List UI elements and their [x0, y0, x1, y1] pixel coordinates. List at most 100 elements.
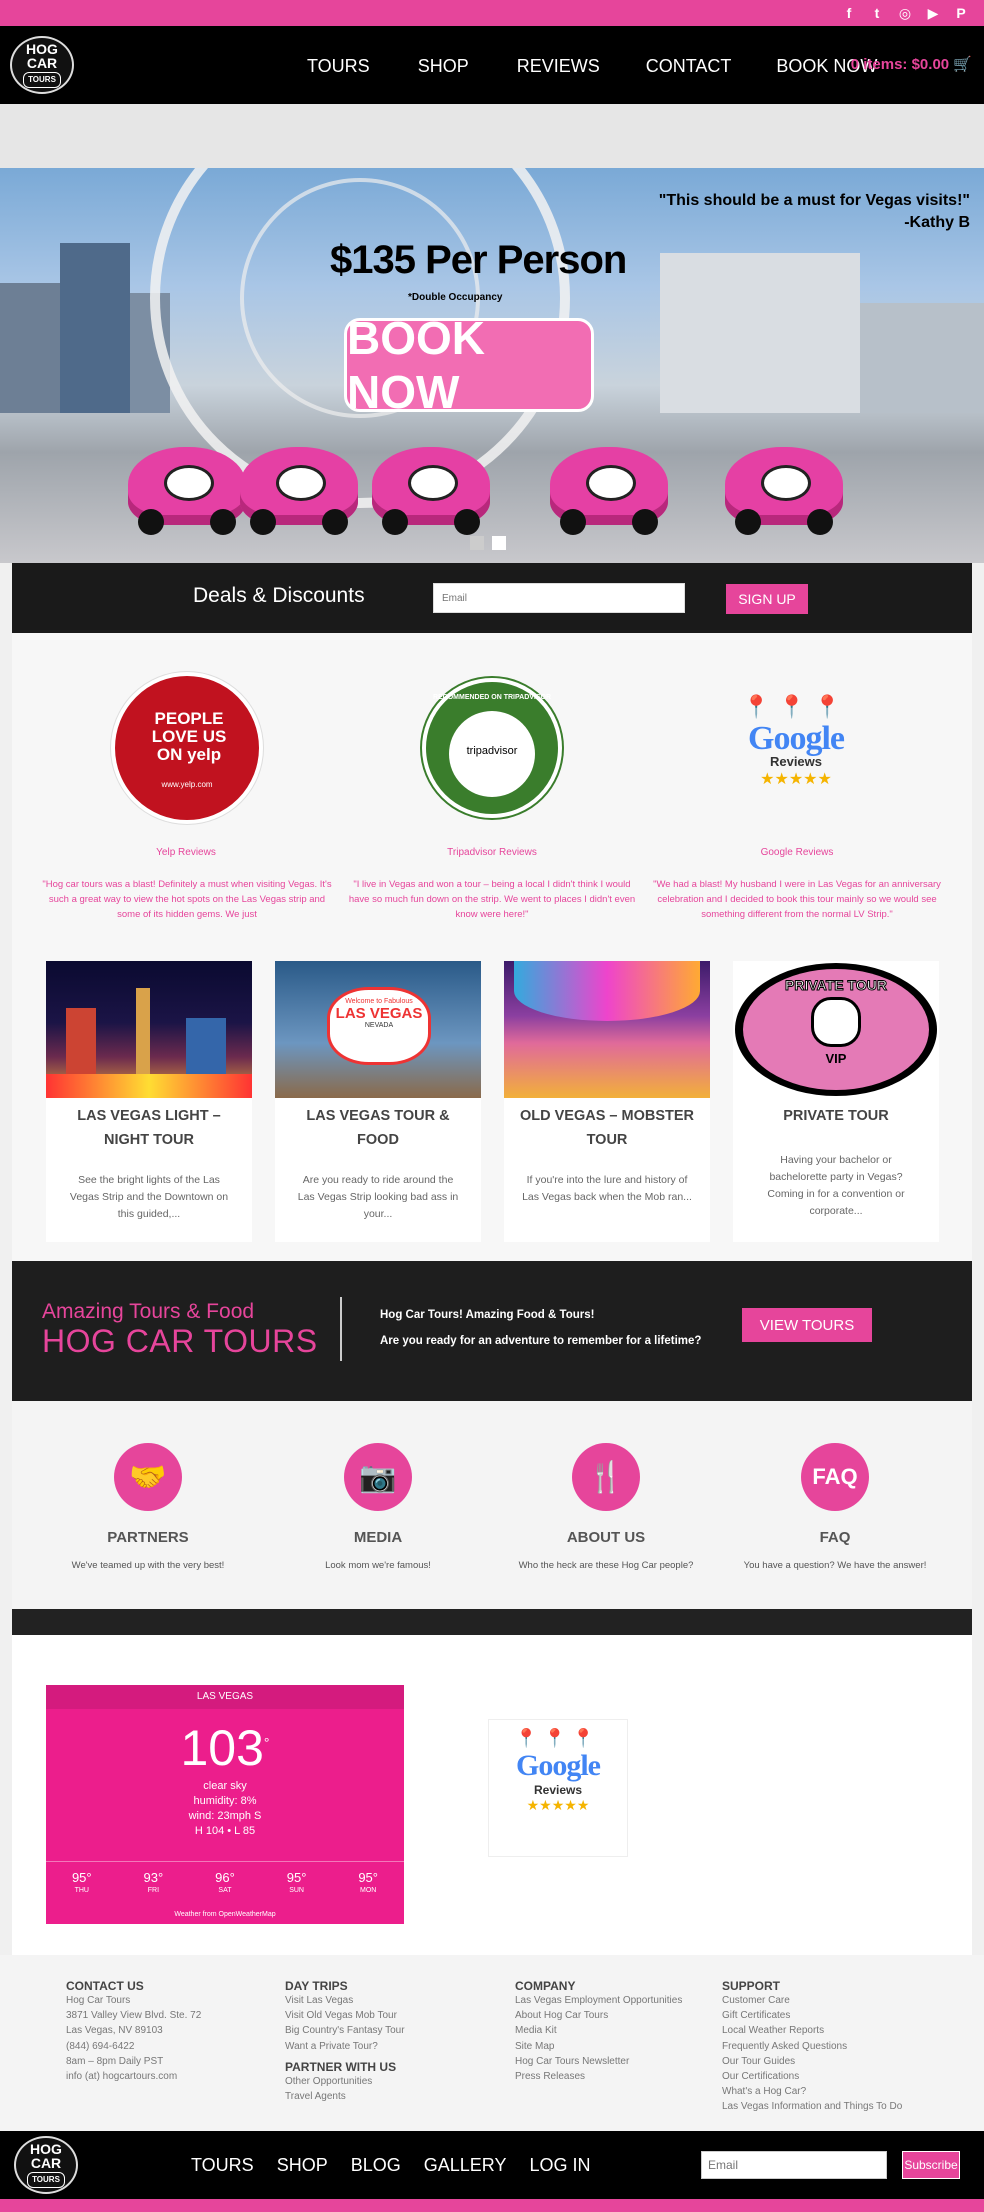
facebook-icon[interactable]: f — [840, 4, 858, 22]
tour-title[interactable]: LAS VEGAS LIGHT – NIGHT TOUR — [46, 1098, 252, 1152]
weather-temperature: 103° — [180, 1720, 270, 1776]
footer-contact: CONTACT US Hog Car Tours 3871 Valley Vie… — [66, 1979, 201, 2084]
feature-description: Look mom we're famous! — [325, 1560, 431, 1571]
promo-title: HOG CAR TOURS — [42, 1323, 318, 1359]
footer-nav-shop[interactable]: SHOP — [277, 2155, 328, 2176]
footer-heading: SUPPORT — [722, 1979, 781, 1993]
footer-link[interactable]: Our Tour Guides — [722, 2054, 902, 2069]
footer-link[interactable]: Visit Old Vegas Mob Tour — [285, 2008, 405, 2023]
google-reviews-badge[interactable]: 📍📍📍 Google Reviews ★★★★★ — [720, 694, 872, 814]
contact-line: 8am – 8pm Daily PST — [66, 2055, 164, 2067]
footer-link[interactable]: Visit Las Vegas — [285, 1993, 405, 2008]
nav-item-contact[interactable]: CONTACT — [646, 56, 732, 77]
footer-heading: CONTACT US — [66, 1979, 144, 1993]
nav-item-tours[interactable]: TOURS — [307, 56, 370, 77]
tour-card[interactable]: PRIVATE TOUR VIP PRIVATE TOUR Having you… — [733, 961, 939, 1242]
feature-faq[interactable]: FAQ FAQ You have a question? We have the… — [735, 1443, 935, 1571]
deals-email-input[interactable] — [433, 583, 685, 613]
sign-main-text: LAS VEGAS — [335, 1005, 423, 1022]
google-reviews-label: Reviews — [533, 1783, 583, 1797]
review-source-google[interactable]: Google Reviews — [687, 847, 907, 858]
deals-signup-button[interactable]: SIGN UP — [726, 584, 808, 614]
sign-sub-text: NEVADA — [364, 1022, 394, 1029]
site-logo[interactable]: HOG CAR TOURS — [10, 36, 74, 94]
twitter-icon[interactable]: t — [868, 4, 886, 22]
review-quote-yelp: "Hog car tours was a blast! Definitely a… — [42, 879, 332, 920]
footer-link[interactable]: Site Map — [515, 2039, 682, 2054]
weather-forecast: 95° THU 93° FRI 96° SAT 95° SUN 95° MON — [46, 1861, 404, 1905]
feature-about-us[interactable]: 🍴 ABOUT US Who the heck are these Hog Ca… — [506, 1443, 706, 1571]
promo-divider — [340, 1297, 342, 1361]
tour-title[interactable]: PRIVATE TOUR — [733, 1098, 939, 1128]
weather-source[interactable]: Weather from OpenWeatherMap — [46, 1911, 404, 1918]
feature-media[interactable]: 📷 MEDIA Look mom we're famous! — [278, 1443, 478, 1571]
yelp-badge[interactable]: PEOPLE LOVE US ON yelp www.yelp.com — [111, 672, 263, 824]
footer-link[interactable]: Hog Car Tours Newsletter — [515, 2054, 682, 2069]
logo-subtext: TOURS — [23, 72, 61, 88]
google-wordmark: Google — [748, 720, 845, 757]
bottom-accent-bar — [0, 2199, 984, 2212]
footer-link[interactable]: Frequently Asked Questions — [722, 2039, 902, 2054]
footer-heading: DAY TRIPS — [285, 1979, 348, 1993]
contact-line: 3871 Valley View Blvd. Ste. 72 — [66, 2010, 202, 2022]
footer-link[interactable]: Gift Certificates — [722, 2008, 902, 2023]
features-section: 🤝 PARTNERS We've teamed up with the very… — [12, 1401, 972, 1609]
footer-link[interactable]: What's a Hog Car? — [722, 2084, 902, 2099]
tour-description: Having your bachelor or bachelorette par… — [767, 1154, 905, 1217]
google-reviews-widget[interactable]: 📍📍📍 Google Reviews ★★★★★ — [488, 1719, 628, 1857]
contact-line[interactable]: info (at) hogcartours.com — [66, 2069, 201, 2084]
footer-link[interactable]: Customer Care — [722, 1993, 902, 2008]
footer-nav-login[interactable]: LOG IN — [529, 2155, 590, 2176]
footer-links: CONTACT US Hog Car Tours 3871 Valley Vie… — [0, 1955, 984, 2131]
feature-partners[interactable]: 🤝 PARTNERS We've teamed up with the very… — [48, 1443, 248, 1571]
footer-link[interactable]: Want a Private Tour? — [285, 2039, 405, 2054]
review-source-tripadvisor[interactable]: Tripadvisor Reviews — [382, 847, 602, 858]
tour-image-night — [46, 961, 252, 1098]
footer-link[interactable]: Las Vegas Employment Opportunities — [515, 1993, 682, 2008]
footer-nav-gallery[interactable]: GALLERY — [424, 2155, 507, 2176]
feature-title: FAQ — [819, 1529, 851, 1546]
tour-card[interactable]: OLD VEGAS – MOBSTER TOUR If you're into … — [504, 961, 710, 1242]
youtube-icon[interactable]: ▶ — [924, 4, 942, 22]
google-badge-sub: Reviews — [769, 754, 823, 769]
footer-link[interactable]: Our Certifications — [722, 2069, 902, 2084]
footer-link[interactable]: Travel Agents — [285, 2089, 405, 2104]
nav-item-shop[interactable]: SHOP — [418, 56, 469, 77]
tour-card[interactable]: LAS VEGAS LIGHT – NIGHT TOUR See the bri… — [46, 961, 252, 1242]
footer-link[interactable]: Las Vegas Information and Things To Do — [722, 2099, 902, 2114]
footer-link[interactable]: Other Opportunities — [285, 2074, 405, 2089]
top-social-bar: f t ◎ ▶ P — [0, 0, 984, 26]
contact-line[interactable]: (844) 694-6422 — [66, 2039, 201, 2054]
feature-description: We've teamed up with the very best! — [71, 1560, 225, 1571]
footer-link[interactable]: Local Weather Reports — [722, 2023, 902, 2038]
tripadvisor-wordmark: tripadvisor — [466, 745, 518, 757]
slider-dot-1[interactable] — [470, 536, 484, 550]
footer-link[interactable]: Press Releases — [515, 2069, 682, 2084]
utensils-icon: 🍴 — [572, 1443, 640, 1511]
tour-title[interactable]: LAS VEGAS TOUR & FOOD — [275, 1098, 481, 1152]
tripadvisor-badge[interactable]: RECOMMENDED ON TRIPADVISOR tripadvisor — [422, 678, 562, 818]
footer-nav-blog[interactable]: BLOG — [351, 2155, 401, 2176]
footer-link[interactable]: About Hog Car Tours — [515, 2008, 682, 2023]
footer-link[interactable]: Media Kit — [515, 2023, 682, 2038]
pinterest-icon[interactable]: P — [952, 4, 970, 22]
footer-link[interactable]: Big Country's Fantasy Tour — [285, 2023, 405, 2038]
hero-book-now-button[interactable]: BOOK NOW — [344, 312, 594, 418]
cart-link[interactable]: 0 items: $0.00 🛒 — [851, 55, 972, 73]
tour-description: If you're into the lure and history of L… — [522, 1174, 692, 1203]
tour-card[interactable]: Welcome to Fabulous LAS VEGAS NEVADA LAS… — [275, 961, 481, 1242]
instagram-icon[interactable]: ◎ — [896, 4, 914, 22]
review-source-yelp[interactable]: Yelp Reviews — [76, 847, 296, 858]
subscribe-button[interactable]: Subscribe — [902, 2151, 960, 2179]
contact-line: Hog Car Tours — [66, 1995, 131, 2006]
footer-logo[interactable]: HOG CAR TOURS — [14, 2136, 78, 2194]
view-tours-button[interactable]: VIEW TOURS — [742, 1308, 872, 1342]
spacer — [0, 104, 984, 168]
footer-nav-tours[interactable]: TOURS — [191, 2155, 254, 2176]
slider-dot-2[interactable] — [492, 536, 506, 550]
nav-item-reviews[interactable]: REVIEWS — [517, 56, 600, 77]
newsletter-email-input[interactable] — [701, 2151, 887, 2179]
tour-title[interactable]: OLD VEGAS – MOBSTER TOUR — [504, 1098, 710, 1152]
footer-support: SUPPORT Customer Care Gift Certificates … — [722, 1979, 902, 2115]
private-tour-label: PRIVATE TOUR — [785, 977, 888, 994]
